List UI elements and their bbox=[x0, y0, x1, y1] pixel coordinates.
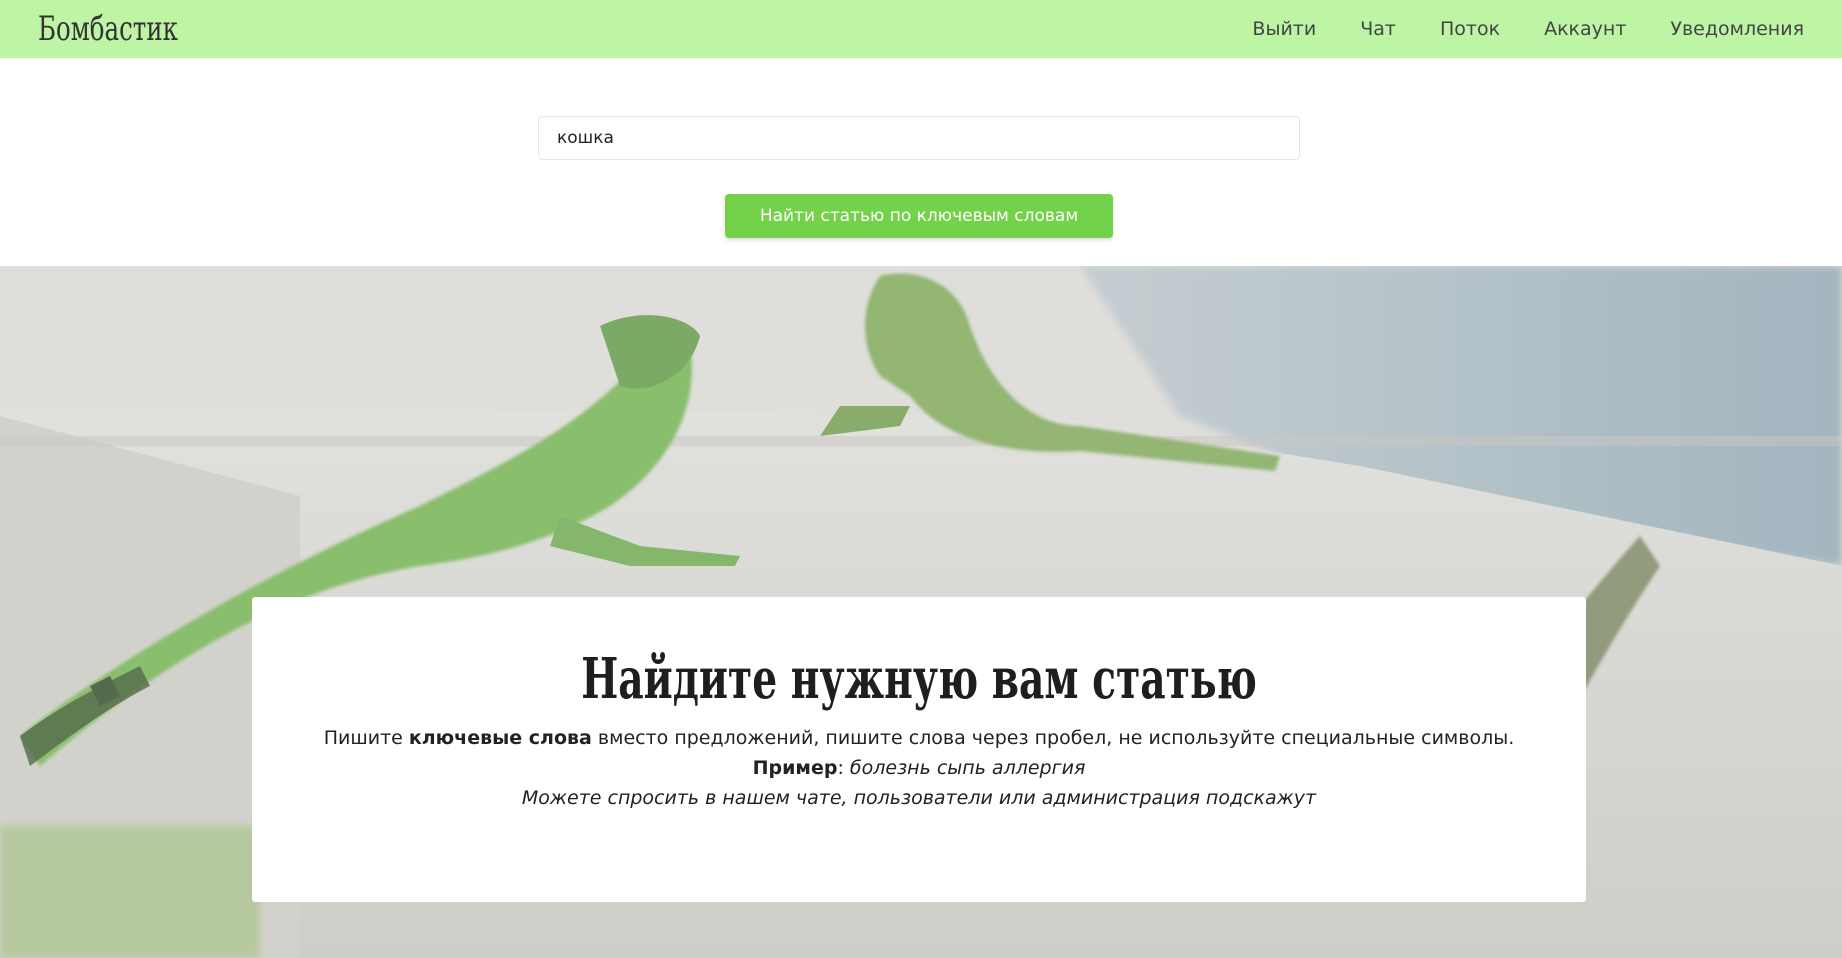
nav-account-link[interactable]: Аккаунт bbox=[1544, 18, 1626, 40]
nav-feed-link[interactable]: Поток bbox=[1440, 18, 1500, 40]
search-input[interactable] bbox=[538, 116, 1300, 160]
nav-logout-link[interactable]: Выйти bbox=[1252, 18, 1316, 40]
top-navbar: Бомбастик Выйти Чат Поток Аккаунт Уведом… bbox=[0, 0, 1842, 58]
instruction-keywords-bold: ключевые слова bbox=[408, 726, 592, 749]
instruction-example-line: Пример: болезнь сыпь аллергия bbox=[252, 753, 1586, 783]
instruction-line-1-before: Пишите bbox=[323, 726, 409, 749]
info-card: Найдите нужную вам статью Пишите ключевы… bbox=[252, 597, 1586, 902]
nav-notifications-link[interactable]: Уведомления bbox=[1670, 18, 1804, 40]
example-label: Пример bbox=[752, 756, 838, 779]
nav-links: Выйти Чат Поток Аккаунт Уведомления bbox=[1252, 18, 1804, 40]
nav-chat-link[interactable]: Чат bbox=[1360, 18, 1396, 40]
search-section: Найти статью по ключевым словам bbox=[0, 58, 1842, 266]
instruction-line-1-after: вместо предложений, пишите слова через п… bbox=[591, 726, 1515, 749]
card-instructions: Пишите ключевые слова вместо предложений… bbox=[252, 723, 1586, 813]
chat-hint-text: Можете спросить в нашем чате, пользовате… bbox=[521, 786, 1317, 809]
instruction-line-3: Можете спросить в нашем чате, пользовате… bbox=[252, 783, 1586, 813]
search-button[interactable]: Найти статью по ключевым словам bbox=[725, 194, 1113, 238]
card-title: Найдите нужную вам статью bbox=[581, 646, 1257, 712]
brand-logo[interactable]: Бомбастик bbox=[38, 9, 178, 49]
example-text: болезнь сыпь аллергия bbox=[849, 756, 1086, 779]
instruction-line-1: Пишите ключевые слова вместо предложений… bbox=[252, 723, 1586, 753]
example-separator: : bbox=[837, 756, 850, 779]
